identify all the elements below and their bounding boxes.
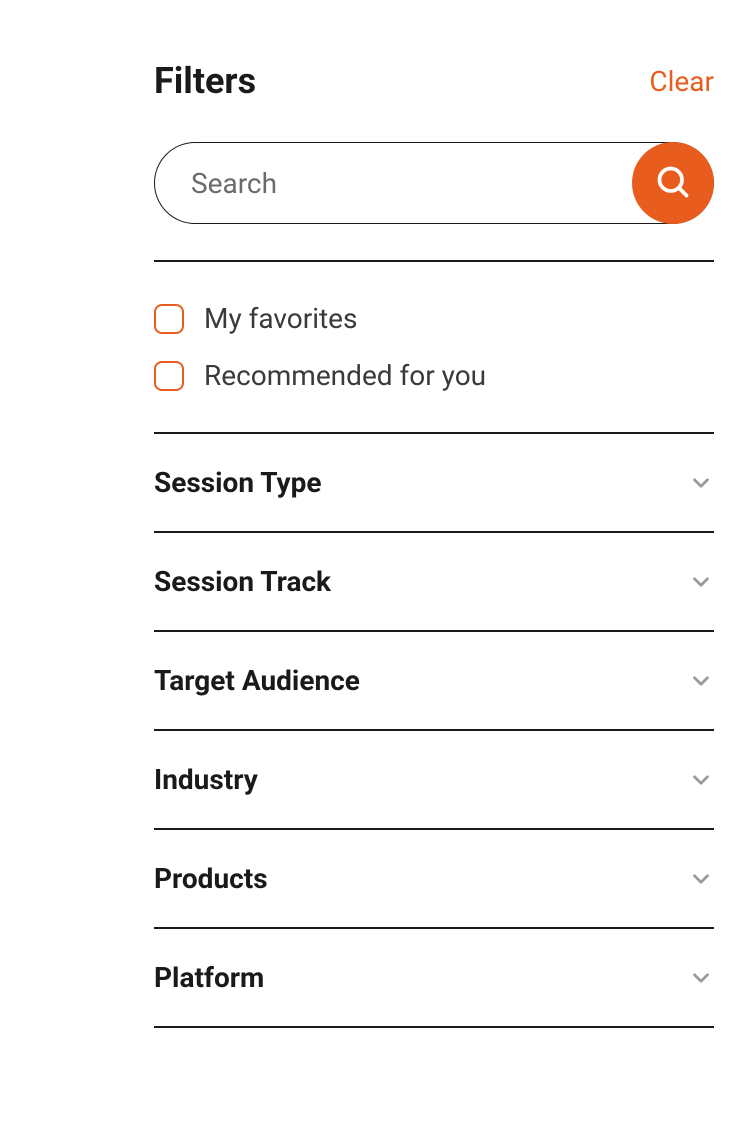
search-input[interactable]: [154, 142, 714, 224]
filter-title: Industry: [154, 763, 258, 796]
filter-group-session-type: Session Type: [154, 432, 714, 531]
filter-header-industry[interactable]: Industry: [154, 731, 714, 828]
search-container: [154, 142, 714, 224]
chevron-down-icon: [688, 965, 714, 991]
filter-title: Session Track: [154, 565, 331, 598]
checkbox-row-recommended: Recommended for you: [154, 359, 714, 392]
checkbox-label-favorites: My favorites: [204, 302, 357, 335]
filters-title: Filters: [154, 60, 256, 102]
search-button[interactable]: [632, 142, 714, 224]
checkbox-favorites[interactable]: [154, 304, 184, 334]
chevron-down-icon: [688, 866, 714, 892]
filter-header-session-track[interactable]: Session Track: [154, 533, 714, 630]
clear-button[interactable]: Clear: [649, 65, 714, 98]
filter-header-target-audience[interactable]: Target Audience: [154, 632, 714, 729]
checkbox-recommended[interactable]: [154, 361, 184, 391]
checkbox-label-recommended: Recommended for you: [204, 359, 486, 392]
filter-group-industry: Industry: [154, 729, 714, 828]
chevron-down-icon: [688, 668, 714, 694]
filter-group-products: Products: [154, 828, 714, 927]
filter-group-platform: Platform: [154, 927, 714, 1028]
filter-header-products[interactable]: Products: [154, 830, 714, 927]
filter-group-session-track: Session Track: [154, 531, 714, 630]
filter-title: Target Audience: [154, 664, 360, 697]
filter-title: Products: [154, 862, 268, 895]
filters-header: Filters Clear: [154, 60, 714, 102]
filter-title: Platform: [154, 961, 264, 994]
filter-header-platform[interactable]: Platform: [154, 929, 714, 1026]
checkbox-section: My favorites Recommended for you: [154, 262, 714, 432]
filter-group-target-audience: Target Audience: [154, 630, 714, 729]
filter-header-session-type[interactable]: Session Type: [154, 434, 714, 531]
checkbox-row-favorites: My favorites: [154, 302, 714, 335]
chevron-down-icon: [688, 569, 714, 595]
search-icon: [655, 164, 691, 203]
chevron-down-icon: [688, 767, 714, 793]
filters-panel: Filters Clear My favorites Recommended f…: [154, 60, 714, 1028]
chevron-down-icon: [688, 470, 714, 496]
filter-title: Session Type: [154, 466, 322, 499]
